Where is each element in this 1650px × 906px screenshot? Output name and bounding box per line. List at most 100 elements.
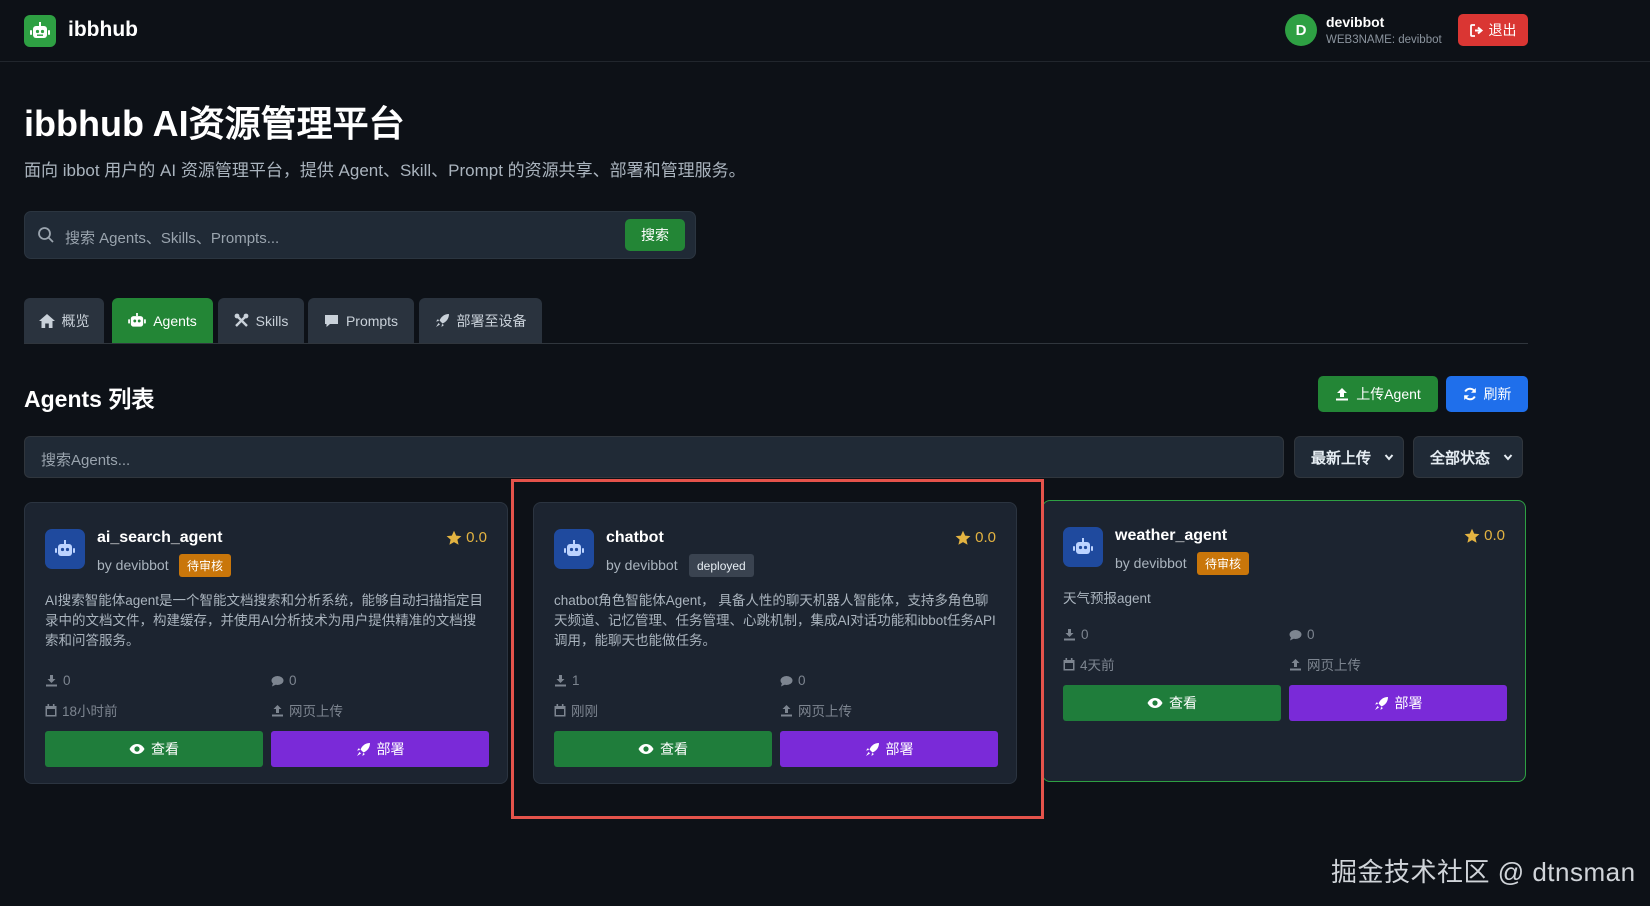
star-icon [1464,528,1480,543]
search-icon [38,227,54,243]
tab-label: 部署至设备 [456,312,527,329]
rocket-icon [356,742,370,756]
rocket-icon [435,314,449,327]
tab-label: Prompts [345,312,399,329]
download-count: 0 [45,673,71,688]
comment-value: 0 [289,673,297,688]
agent-name[interactable]: weather_agent [1115,527,1227,545]
section-title: Agents 列表 [24,386,155,412]
upload-time-value: 4天前 [1080,658,1115,673]
upload-agent-button[interactable]: 上传Agent [1318,376,1438,412]
agent-card[interactable]: ai_search_agent by devibbot 待审核 0.0 AI搜索… [24,502,508,784]
refresh-label: 刷新 [1483,386,1512,402]
agent-author: by devibbot [1115,555,1187,571]
upload-icon [272,704,283,716]
tab-skills[interactable]: Skills [218,298,304,343]
upload-time-value: 18小时前 [62,704,118,719]
upload-source-value: 网页上传 [1307,658,1361,673]
download-icon [1064,629,1075,641]
page-subtitle: 面向 ibbot 用户的 AI 资源管理平台，提供 Agent、Skill、Pr… [24,161,746,180]
robot-icon [30,22,50,38]
agent-description: AI搜索智能体agent是一个智能文档搜索和分析系统，能够自动扫描指定目录中的文… [45,593,484,648]
view-button[interactable]: 查看 [45,731,263,767]
calendar-icon [1063,657,1075,670]
top-bar: ibbhub D devibbot WEB3NAME: devibbot 退出 [0,0,1650,62]
deploy-button[interactable]: 部署 [271,731,489,767]
eye-icon [129,744,145,754]
upload-source-value: 网页上传 [289,704,343,719]
nav-tabs: 概览 Agents Skills Prompts 部署至设备 [24,298,1528,344]
global-search-input[interactable]: 搜索 Agents、Skills、Prompts... [65,227,279,248]
tab-deploy-to-device[interactable]: 部署至设备 [419,298,542,343]
agent-card[interactable]: weather_agent by devibbot 待审核 0.0 天气预报ag… [1042,500,1526,782]
comment-icon [271,675,284,686]
tab-label: Agents [153,312,197,329]
page-title: ibbhub AI资源管理平台 [24,103,405,144]
comment-value: 0 [1307,627,1315,642]
download-value: 0 [63,673,71,688]
tools-icon [234,313,249,327]
chevron-down-icon [1503,454,1513,461]
download-count: 0 [1063,627,1089,642]
tab-overview[interactable]: 概览 [24,298,104,343]
agent-rating: 0.0 [446,529,487,546]
calendar-icon [45,703,57,716]
logo[interactable] [24,15,56,47]
robot-icon [1073,538,1093,554]
user-avatar[interactable]: D [1285,14,1317,46]
view-button[interactable]: 查看 [1063,685,1281,721]
sign-out-icon [1469,23,1483,37]
tab-label: 概览 [61,312,90,329]
comment-icon [324,314,338,327]
upload-source: 网页上传 [1289,654,1361,674]
upload-icon [1336,388,1349,401]
deploy-label: 部署 [376,741,405,757]
refresh-icon [1463,387,1476,401]
tab-prompts[interactable]: Prompts [308,298,414,343]
upload-source: 网页上传 [271,700,343,720]
status-select[interactable]: 全部状态 [1413,436,1523,478]
sort-select-value: 最新上传 [1311,449,1372,467]
brand-name[interactable]: ibbhub [68,18,138,42]
rocket-icon [1374,696,1388,710]
global-search-bar[interactable]: 搜索 Agents、Skills、Prompts... 搜索 [24,211,696,259]
status-badge: 待审核 [1197,552,1250,575]
global-search-button[interactable]: 搜索 [625,219,685,251]
tab-agents[interactable]: Agents [112,298,213,343]
refresh-button[interactable]: 刷新 [1446,376,1528,412]
deploy-label: 部署 [1394,695,1423,711]
agent-author: by devibbot [97,557,169,573]
upload-time: 4天前 [1063,654,1115,674]
agent-avatar [1063,527,1103,567]
highlight-box [511,479,1044,819]
logout-button[interactable]: 退出 [1458,14,1528,46]
status-badge: 待审核 [179,554,232,577]
agent-search-input[interactable]: 搜索Agents... [24,436,1284,478]
deploy-button[interactable]: 部署 [1289,685,1507,721]
status-select-value: 全部状态 [1430,449,1491,467]
robot-icon [55,540,75,556]
user-web3name: WEB3NAME: devibbot [1326,34,1442,46]
star-icon [446,530,462,545]
comment-icon [1289,629,1302,640]
download-value: 0 [1081,627,1089,642]
watermark: 掘金技术社区 @ dtnsman [1331,857,1636,887]
eye-icon [1147,698,1163,708]
logout-label: 退出 [1488,22,1517,38]
chevron-down-icon [1384,454,1394,461]
download-icon [46,675,57,687]
user-name: devibbot [1326,14,1385,30]
agent-rating: 0.0 [1464,527,1505,544]
agent-description: 天气预报agent [1063,591,1151,606]
home-icon [38,313,55,328]
agent-name[interactable]: ai_search_agent [97,529,222,547]
upload-icon [1290,658,1301,670]
rating-value: 0.0 [1484,527,1505,544]
view-label: 查看 [151,741,179,757]
sort-select[interactable]: 最新上传 [1294,436,1404,478]
view-label: 查看 [1169,695,1197,711]
tab-label: Skills [255,312,289,329]
comment-count: 0 [271,673,297,688]
upload-time: 18小时前 [45,700,118,720]
agent-avatar [45,529,85,569]
